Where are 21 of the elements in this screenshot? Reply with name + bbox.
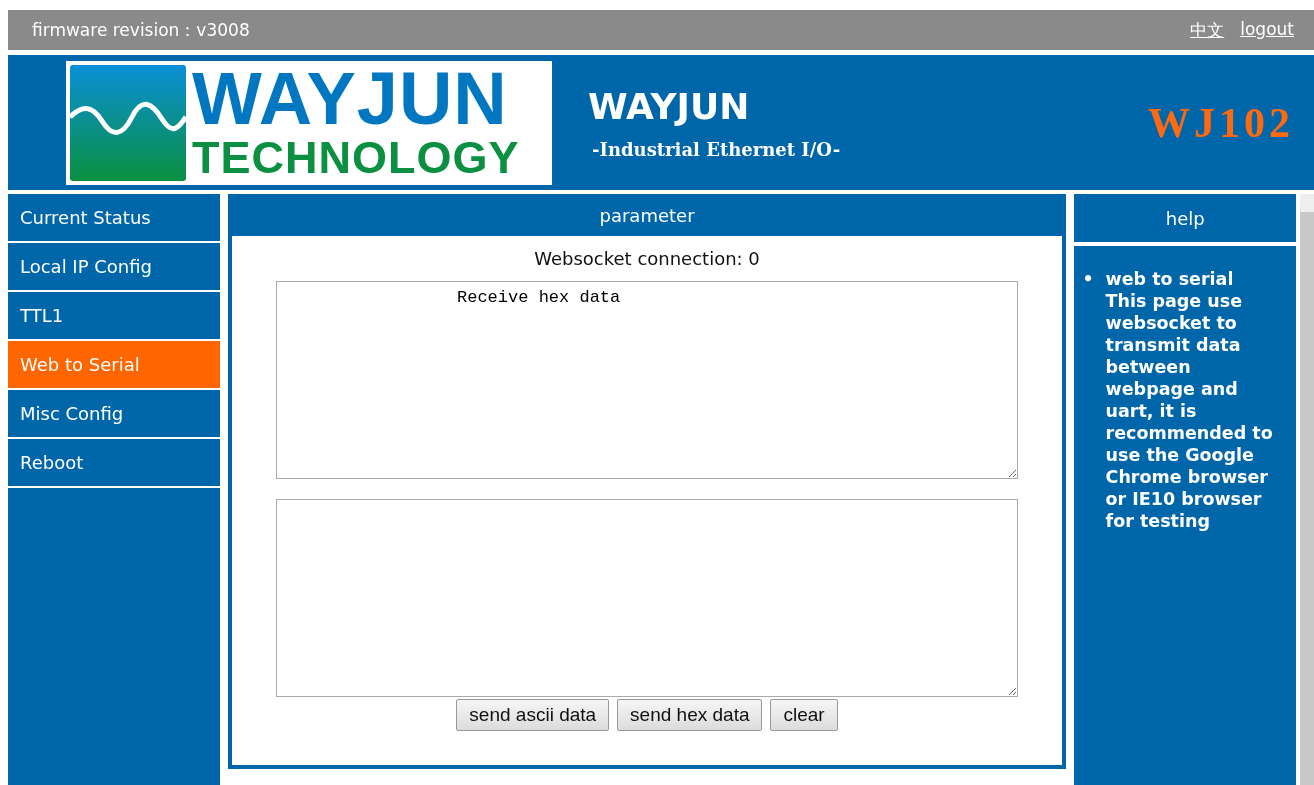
- help-title: web to serial: [1105, 268, 1235, 290]
- action-button[interactable]: clear: [770, 699, 838, 731]
- header-subtitle: -Industrial Ethernet I/O-: [592, 138, 842, 160]
- scrollbar[interactable]: [1300, 194, 1314, 785]
- wave-icon: [70, 64, 186, 181]
- header-title: WAYJUN: [588, 85, 751, 127]
- header-link[interactable]: logout: [1240, 18, 1294, 42]
- action-button[interactable]: send ascii data: [456, 699, 610, 731]
- bullet: •: [1082, 268, 1094, 291]
- model-name: WJ102: [1148, 98, 1294, 147]
- firmware-revision: firmware revision：v3008: [32, 18, 250, 42]
- connection-status: Websocket connection: 0: [534, 248, 760, 269]
- send-textarea[interactable]: [276, 499, 1018, 697]
- logo-tagline: TECHNOLOGY: [192, 133, 520, 182]
- action-button[interactable]: send hex data: [617, 699, 763, 731]
- header-link[interactable]: 中文: [1190, 18, 1225, 42]
- receive-textarea[interactable]: Receive hex data: [276, 281, 1018, 479]
- help-text: This page use websocket to transmit data between webpage and uart, it is recommended to use the Google Chrome browser or IE10 browser for testing: [1105, 290, 1274, 532]
- panel-header: parameter: [227, 194, 1067, 236]
- help-header: help: [1074, 194, 1297, 242]
- logo-name: WAYJUN: [192, 63, 509, 134]
